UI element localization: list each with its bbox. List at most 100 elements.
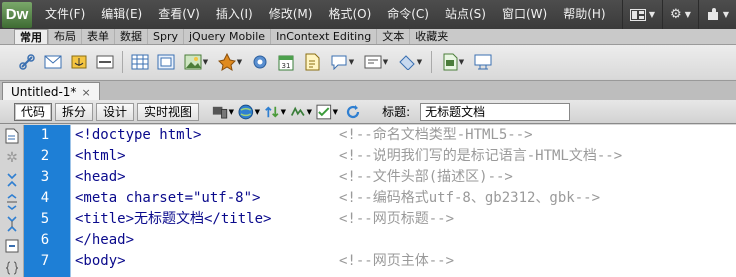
hyperlink-button[interactable] [16, 51, 38, 73]
insert-tab-incontext-editing[interactable]: InContext Editing [270, 29, 376, 44]
code-comment: <!--文件头部(描述区)--> [339, 169, 513, 185]
insert-panel-tabs: 常用 布局 表单 数据 Spry jQuery Mobile InContext… [0, 29, 736, 45]
settings-button[interactable]: ⚙ ▼ [662, 0, 698, 29]
anchor-icon [71, 55, 87, 69]
media-button[interactable]: ▼ [215, 51, 245, 73]
chevron-down-icon: ▼ [254, 107, 261, 116]
balance-braces-button[interactable] [0, 257, 24, 277]
named-anchor-button[interactable] [68, 51, 90, 73]
menu-view[interactable]: 查看(V) [150, 0, 208, 29]
code-line[interactable]: </head> [71, 230, 736, 251]
code-line[interactable]: <html> <!--说明我们写的是标记语言-HTML文档--> [71, 146, 736, 167]
open-documents-button[interactable] [0, 125, 24, 147]
dreamweaver-logo: Dw [2, 1, 32, 28]
extension-button[interactable]: ▼ [697, 0, 736, 29]
title-input[interactable] [420, 102, 571, 121]
menu-edit[interactable]: 编辑(E) [93, 0, 150, 29]
templates-button[interactable]: ▼ [438, 51, 468, 73]
live-code-icon [291, 106, 305, 116]
tag-chooser-button[interactable] [472, 51, 494, 73]
script-button[interactable]: ▼ [395, 51, 425, 73]
code-view-button[interactable]: 代码 [14, 102, 53, 121]
image-button[interactable]: ▼ [181, 51, 211, 73]
svg-text:31: 31 [282, 62, 291, 70]
document-tab-bar: Untitled-1* × [0, 80, 736, 101]
tag-chooser-icon [474, 54, 492, 70]
toolbar-separator [431, 51, 432, 73]
insert-tab-common[interactable]: 常用 [14, 29, 48, 44]
code-text: <!doctype html> [75, 127, 202, 143]
live-view-button[interactable]: 实时视图 [137, 102, 200, 121]
refresh-button[interactable] [342, 102, 364, 122]
widget-button[interactable] [249, 51, 271, 73]
validation-button[interactable]: ▼ [316, 102, 338, 122]
code-line[interactable]: <head> <!--文件头部(描述区)--> [71, 167, 736, 188]
design-view-button[interactable]: 设计 [96, 102, 135, 121]
show-code-navigator-button[interactable]: ✲ [0, 147, 24, 169]
select-parent-icon [5, 239, 19, 253]
code-comment: <!--说明我们写的是标记语言-HTML文档--> [339, 148, 623, 164]
menu-right-tools: ▼ ⚙ ▼ ▼ [621, 0, 736, 29]
expand-all-button[interactable] [0, 213, 24, 235]
collapse-tag-button[interactable] [0, 169, 24, 191]
chevron-down-icon: ▼ [228, 107, 235, 116]
chevron-down-icon: ▼ [458, 58, 465, 66]
menu-help[interactable]: 帮助(H) [555, 0, 613, 29]
code-line[interactable]: <!doctype html> <!--命名文档类型-HTML5--> [71, 125, 736, 146]
insert-tab-jquery-mobile[interactable]: jQuery Mobile [183, 29, 270, 44]
insert-tab-spry[interactable]: Spry [147, 29, 183, 44]
comment-icon [331, 55, 347, 70]
code-line[interactable]: <title>无标题文档</title> <!--网页标题--> [71, 209, 736, 230]
navigator-icon: ✲ [6, 150, 18, 166]
menu-items: 文件(F) 编辑(E) 查看(V) 插入(I) 修改(M) 格式(O) 命令(C… [37, 0, 614, 29]
comment-button[interactable]: ▼ [327, 51, 357, 73]
code-line[interactable]: <body> <!--网页主体--> [71, 251, 736, 272]
menu-site[interactable]: 站点(S) [437, 0, 494, 29]
menu-file[interactable]: 文件(F) [37, 0, 93, 29]
insert-tab-layout[interactable]: 布局 [48, 29, 81, 44]
email-link-button[interactable] [42, 51, 64, 73]
multiscreen-button[interactable]: ▼ [212, 102, 234, 122]
menu-insert[interactable]: 插入(I) [208, 0, 261, 29]
menu-bar: Dw 文件(F) 编辑(E) 查看(V) 插入(I) 修改(M) 格式(O) 命… [0, 0, 736, 29]
layout-button[interactable]: ▼ [621, 0, 662, 29]
table-button[interactable] [129, 51, 151, 73]
close-icon[interactable]: × [81, 86, 90, 99]
div-button[interactable] [155, 51, 177, 73]
chevron-down-icon: ▼ [416, 58, 423, 66]
line-number: 3 [40, 169, 50, 185]
menu-window[interactable]: 窗口(W) [494, 0, 555, 29]
toolbar-separator [122, 51, 123, 73]
date-button[interactable]: 31 [275, 51, 297, 73]
file-management-button[interactable]: ▼ [264, 102, 286, 122]
insert-tab-data[interactable]: 数据 [114, 29, 147, 44]
chevron-down-icon: ▼ [280, 107, 287, 116]
menu-modify[interactable]: 修改(M) [261, 0, 321, 29]
preview-browser-button[interactable]: ▼ [238, 102, 260, 122]
menu-format[interactable]: 格式(O) [320, 0, 379, 29]
line-number: 4 [40, 190, 50, 206]
line-number: 2 [40, 148, 50, 164]
code-text: <meta charset="utf-8"> [75, 190, 261, 206]
select-parent-tag-button[interactable] [0, 235, 24, 257]
line-number: 1 [40, 127, 50, 143]
split-view-button[interactable]: 拆分 [55, 102, 94, 121]
code-text: </head> [75, 232, 135, 248]
document-tab[interactable]: Untitled-1* × [2, 82, 100, 101]
line-number: 5 [40, 211, 50, 227]
collapse-selection-button[interactable] [0, 191, 24, 213]
insert-tab-favorites[interactable]: 收藏夹 [409, 29, 453, 44]
server-side-include-button[interactable] [301, 51, 323, 73]
insert-toolbar: ▼ ▼ 31 ▼ ▼ ▼ ▼ [0, 45, 736, 79]
chevron-down-icon: ▼ [332, 107, 339, 116]
insert-tab-text[interactable]: 文本 [376, 29, 409, 44]
menu-commands[interactable]: 命令(C) [379, 0, 437, 29]
code-line[interactable]: <meta charset="utf-8"> <!--编码格式utf-8、gb2… [71, 188, 736, 209]
horizontal-rule-button[interactable] [94, 51, 116, 73]
live-code-button[interactable]: ▼ [290, 102, 312, 122]
code-editor[interactable]: <!doctype html> <!--命名文档类型-HTML5--> <htm… [70, 125, 736, 277]
insert-tab-forms[interactable]: 表单 [81, 29, 114, 44]
head-button[interactable]: ▼ [361, 51, 391, 73]
line-number: 6 [40, 232, 50, 248]
calendar-icon: 31 [278, 55, 294, 71]
